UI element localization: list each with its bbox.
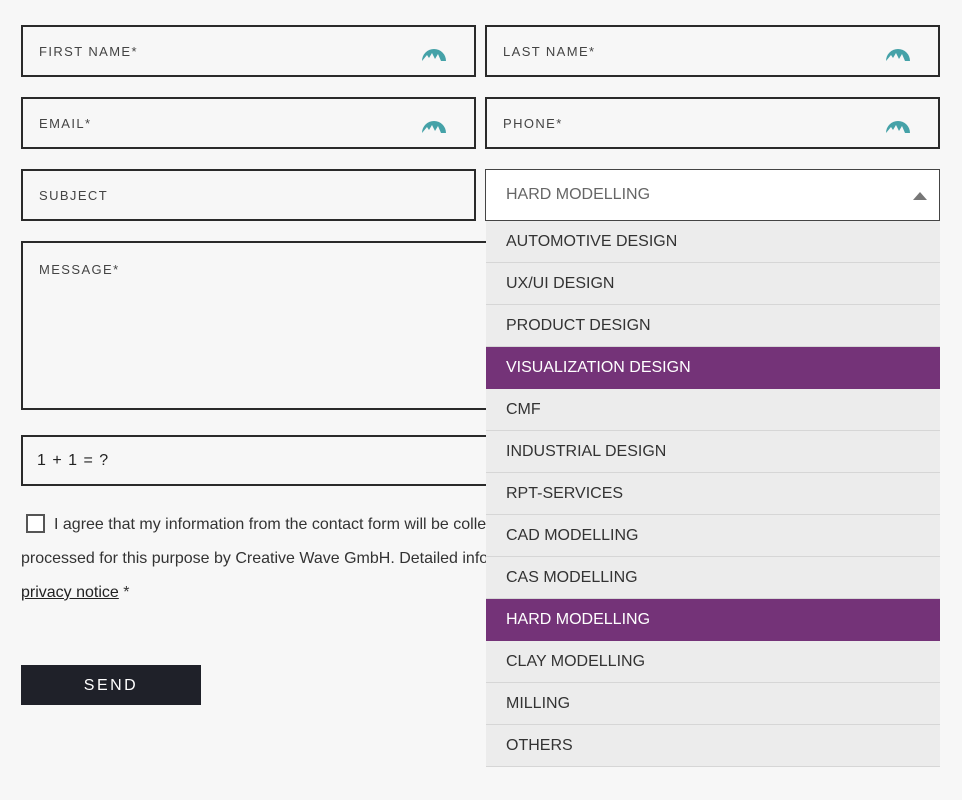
email-field[interactable]: EMAIL* bbox=[21, 97, 476, 149]
dropdown-option[interactable]: PRODUCT DESIGN bbox=[486, 305, 940, 347]
captcha-label: 1 + 1 = ? bbox=[37, 452, 110, 469]
topic-select[interactable]: HARD MODELLING bbox=[485, 169, 940, 221]
privacy-notice-link[interactable]: privacy notice bbox=[21, 584, 119, 601]
dropdown-option[interactable]: CMF bbox=[486, 389, 940, 431]
dropdown-option[interactable]: UX/UI DESIGN bbox=[486, 263, 940, 305]
consent-checkbox[interactable] bbox=[26, 514, 45, 533]
password-manager-icon[interactable] bbox=[421, 40, 447, 62]
password-manager-icon[interactable] bbox=[421, 112, 447, 134]
password-manager-icon[interactable] bbox=[885, 112, 911, 134]
topic-select-value: HARD MODELLING bbox=[506, 186, 651, 203]
phone-field[interactable]: PHONE* bbox=[485, 97, 940, 149]
dropdown-option[interactable]: CAS MODELLING bbox=[486, 557, 940, 599]
password-manager-icon[interactable] bbox=[885, 40, 911, 62]
message-placeholder: MESSAGE* bbox=[39, 262, 120, 277]
consent-text-2: processed for this purpose by Creative W… bbox=[21, 550, 486, 567]
dropdown-option[interactable]: AUTOMOTIVE DESIGN bbox=[486, 221, 940, 263]
first-name-placeholder: FIRST NAME* bbox=[39, 44, 138, 59]
dropdown-option[interactable]: VISUALIZATION DESIGN bbox=[486, 347, 940, 389]
dropdown-option[interactable]: OTHERS bbox=[486, 725, 940, 767]
consent-line-3: privacy notice * bbox=[21, 576, 486, 610]
caret-up-icon bbox=[913, 192, 927, 200]
last-name-placeholder: LAST NAME* bbox=[503, 44, 596, 59]
email-placeholder: EMAIL* bbox=[39, 116, 92, 131]
topic-dropdown-list: AUTOMOTIVE DESIGN UX/UI DESIGN PRODUCT DES… bbox=[486, 221, 940, 767]
dropdown-option[interactable]: HARD MODELLING bbox=[486, 599, 940, 641]
phone-placeholder: PHONE* bbox=[503, 116, 563, 131]
last-name-field[interactable]: LAST NAME* bbox=[485, 25, 940, 77]
consent-line-1: I agree that my information from the con… bbox=[21, 508, 486, 542]
consent-block: I agree that my information from the con… bbox=[21, 508, 486, 610]
dropdown-option[interactable]: MILLING bbox=[486, 683, 940, 725]
consent-text-1: I agree that my information from the con… bbox=[54, 516, 486, 533]
subject-field[interactable]: SUBJECT bbox=[21, 169, 476, 221]
subject-placeholder: SUBJECT bbox=[39, 188, 109, 203]
first-name-field[interactable]: FIRST NAME* bbox=[21, 25, 476, 77]
dropdown-option[interactable]: RPT-SERVICES bbox=[486, 473, 940, 515]
dropdown-option[interactable]: INDUSTRIAL DESIGN bbox=[486, 431, 940, 473]
required-mark: * bbox=[118, 584, 130, 601]
dropdown-option[interactable]: CAD MODELLING bbox=[486, 515, 940, 557]
dropdown-option[interactable]: CLAY MODELLING bbox=[486, 641, 940, 683]
send-button[interactable]: SEND bbox=[21, 665, 201, 705]
